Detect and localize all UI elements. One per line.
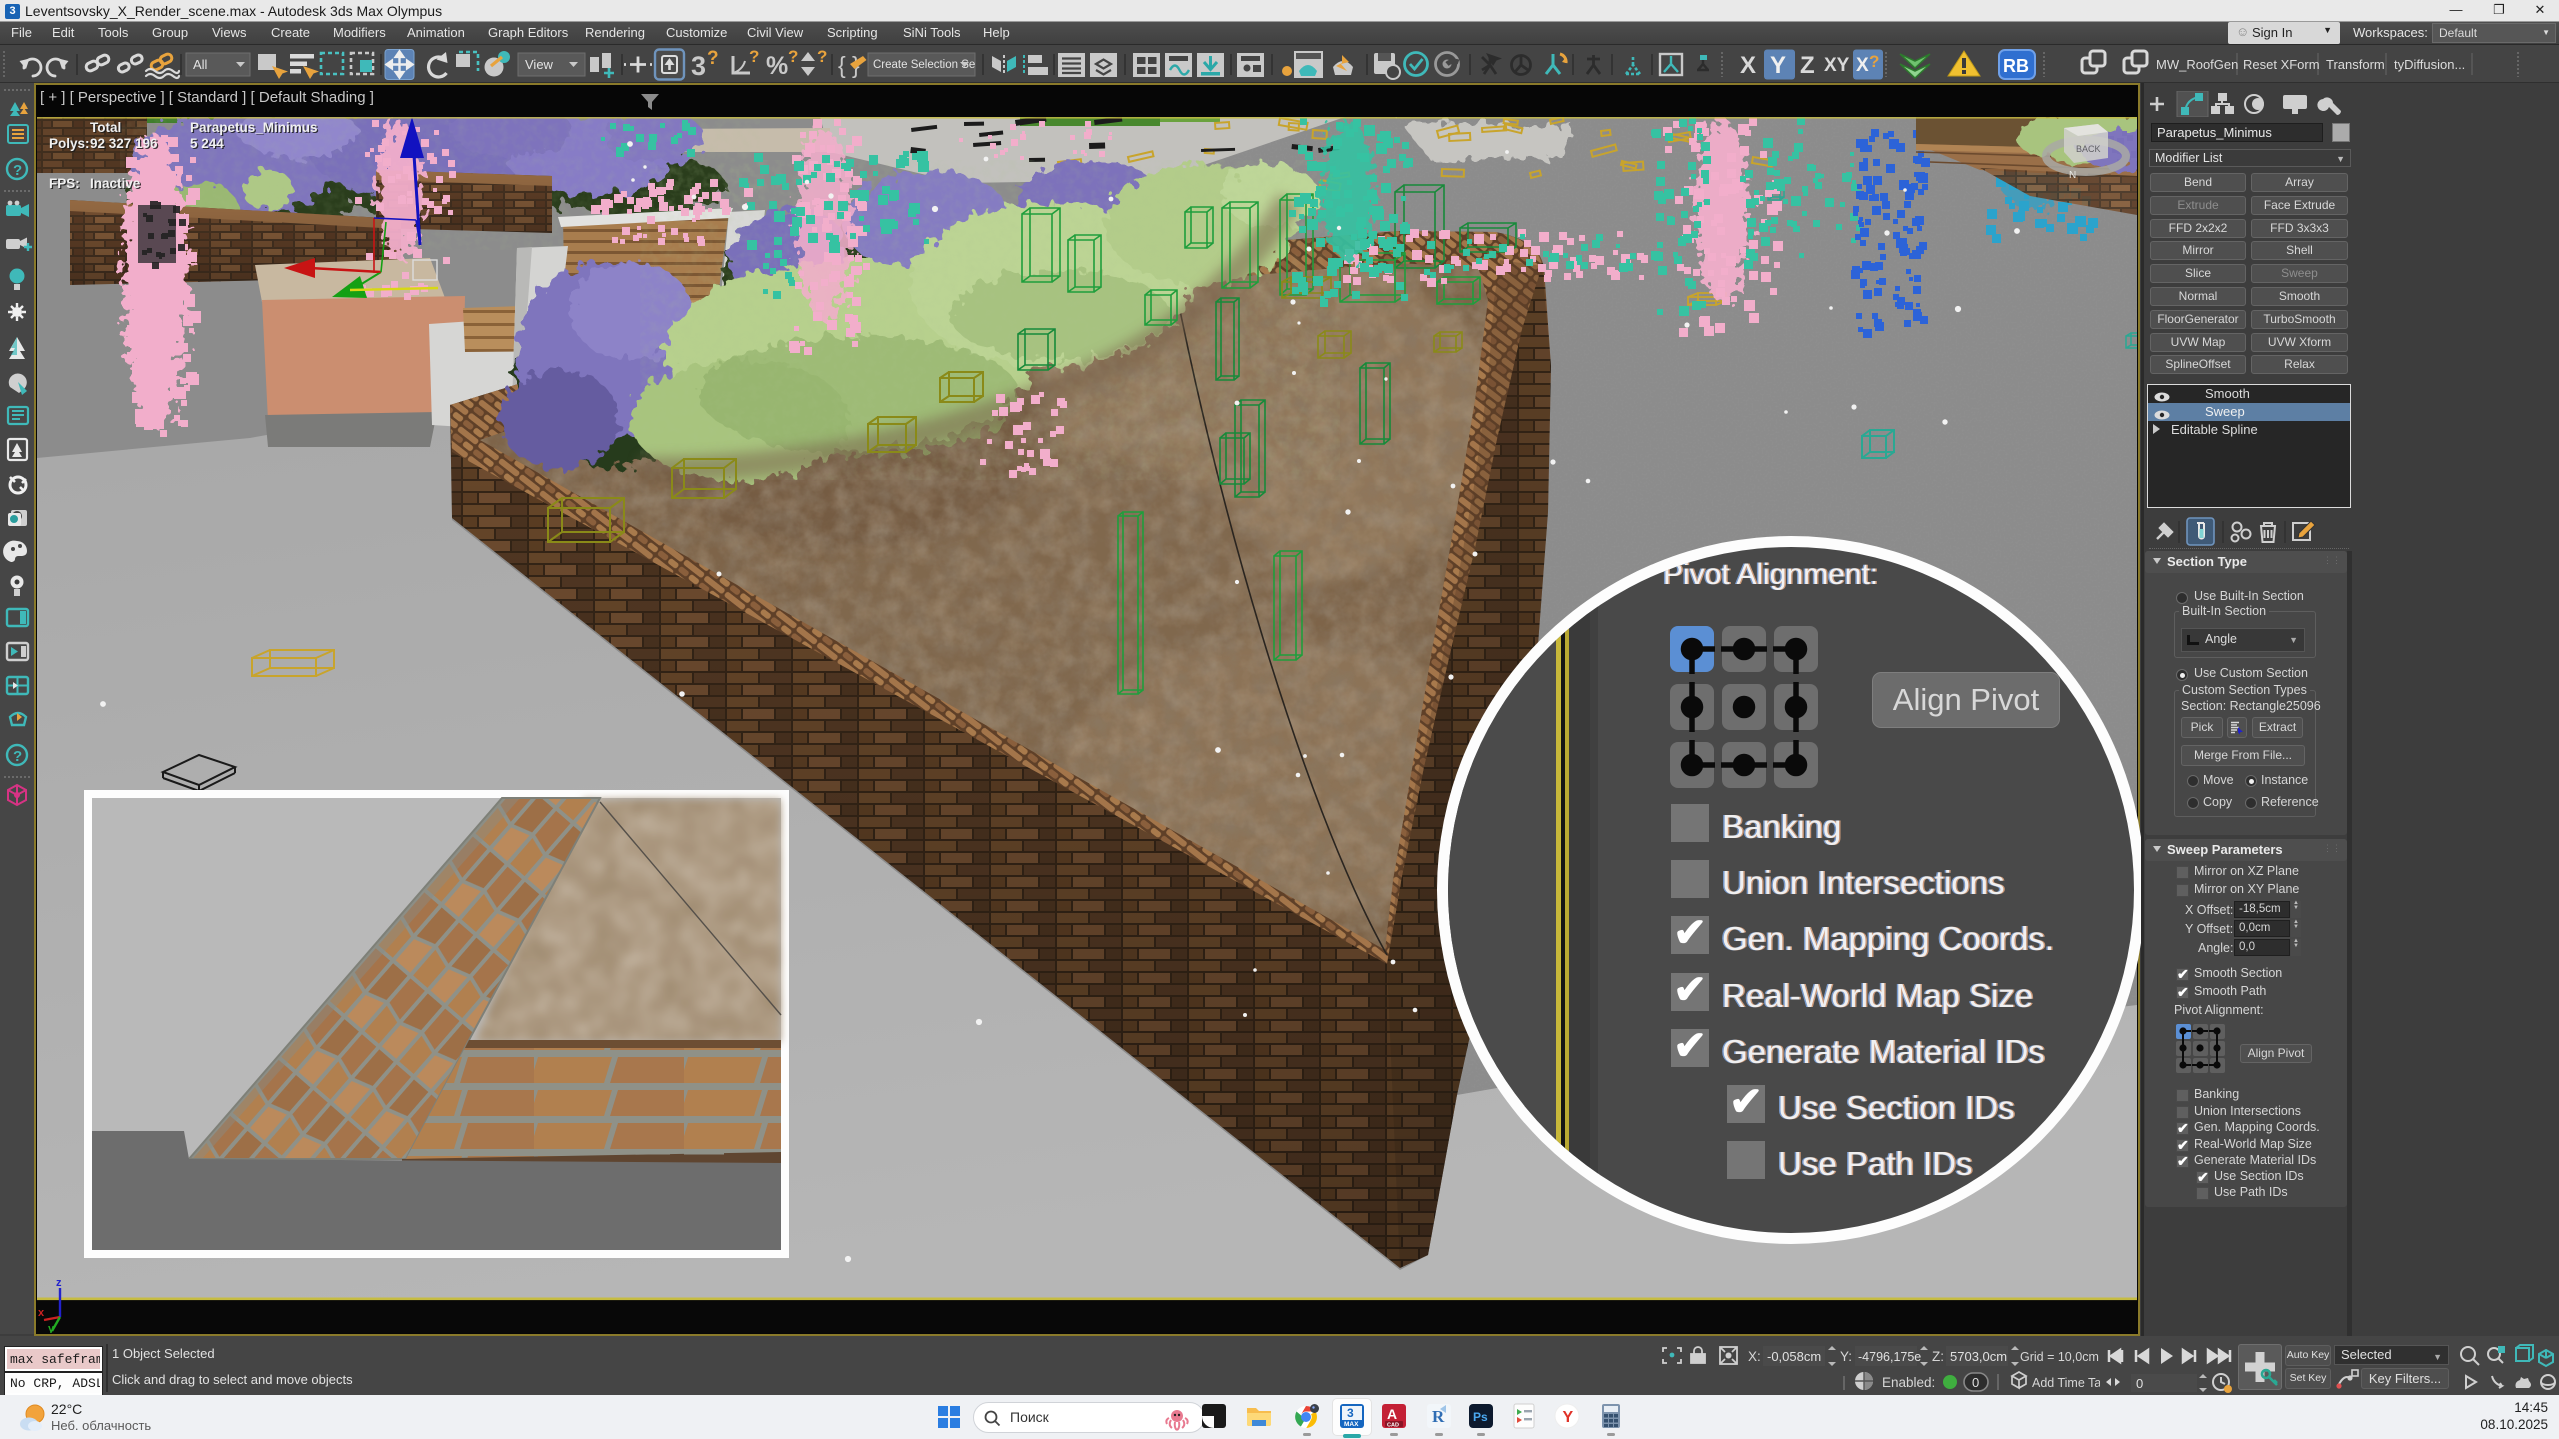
svg-text:Total: Total [90, 120, 121, 135]
svg-text:Reset XForm: Reset XForm [2243, 57, 2320, 72]
svg-text:Y: Y [1563, 1409, 1574, 1426]
svg-text:X: X [1740, 52, 1756, 79]
svg-text:0: 0 [2136, 1376, 2143, 1391]
svg-text:x: x [38, 1307, 45, 1319]
svg-text:3: 3 [691, 51, 706, 81]
svg-text:Polys:: Polys: [49, 136, 90, 151]
svg-text:CAD: CAD [1387, 1423, 1399, 1429]
svg-text:Y:: Y: [1840, 1349, 1852, 1364]
svg-text:XY: XY [1824, 55, 1850, 76]
svg-text:MW_RoofGen: MW_RoofGen [2156, 57, 2238, 72]
svg-text:Ps: Ps [1473, 1410, 1488, 1424]
svg-text:%: % [766, 52, 788, 80]
svg-text:Z:: Z: [1932, 1349, 1944, 1364]
svg-text:Grid = 10,0cm: Grid = 10,0cm [2020, 1350, 2099, 1364]
svg-text:?: ? [13, 748, 22, 765]
svg-text:X:: X: [1748, 1349, 1761, 1364]
svg-text:?: ? [817, 47, 827, 66]
svg-text:Enabled:: Enabled: [1882, 1375, 1935, 1390]
svg-text:?: ? [788, 47, 798, 66]
svg-text:MAX: MAX [1344, 1421, 1359, 1428]
svg-text:?: ? [13, 162, 22, 179]
svg-text:A: A [1387, 1406, 1397, 1422]
svg-text:Transform: Transform [2326, 57, 2385, 72]
svg-text:tyDiffusion...: tyDiffusion... [2394, 57, 2465, 72]
svg-text:?: ? [1869, 52, 1879, 71]
svg-text:92 327 196: 92 327 196 [90, 136, 158, 151]
svg-text:{: { [838, 52, 846, 78]
svg-text:Parapetus_Minimus: Parapetus_Minimus [190, 120, 318, 135]
svg-text:All: All [193, 57, 208, 72]
svg-text:RB: RB [2003, 56, 2029, 76]
svg-text:y: y [48, 1323, 55, 1333]
svg-text:?: ? [707, 48, 719, 69]
svg-text:5 244: 5 244 [190, 136, 224, 151]
svg-text:z: z [56, 1277, 62, 1289]
svg-text:-4796,175е: -4796,175е [1858, 1350, 1921, 1364]
svg-text:X: X [1856, 55, 1869, 76]
svg-text:0: 0 [1972, 1375, 1979, 1390]
svg-text:Y: Y [1770, 52, 1786, 79]
svg-text:Create Selection Se: Create Selection Se [873, 59, 975, 71]
svg-text:N: N [2069, 170, 2076, 181]
svg-text:View: View [525, 57, 554, 72]
svg-text:Inactive: Inactive [90, 176, 141, 191]
svg-text:Z: Z [1800, 52, 1815, 79]
svg-text:5703,0cm: 5703,0cm [1950, 1349, 2007, 1364]
svg-text:?: ? [749, 47, 759, 66]
svg-text:3: 3 [1347, 1406, 1354, 1420]
svg-text:Add Time Tag: Add Time Tag [2032, 1376, 2100, 1390]
svg-text:FPS:: FPS: [49, 176, 80, 191]
svg-text:-0,058cm: -0,058cm [1767, 1349, 1821, 1364]
svg-text:BACK: BACK [2076, 144, 2101, 154]
